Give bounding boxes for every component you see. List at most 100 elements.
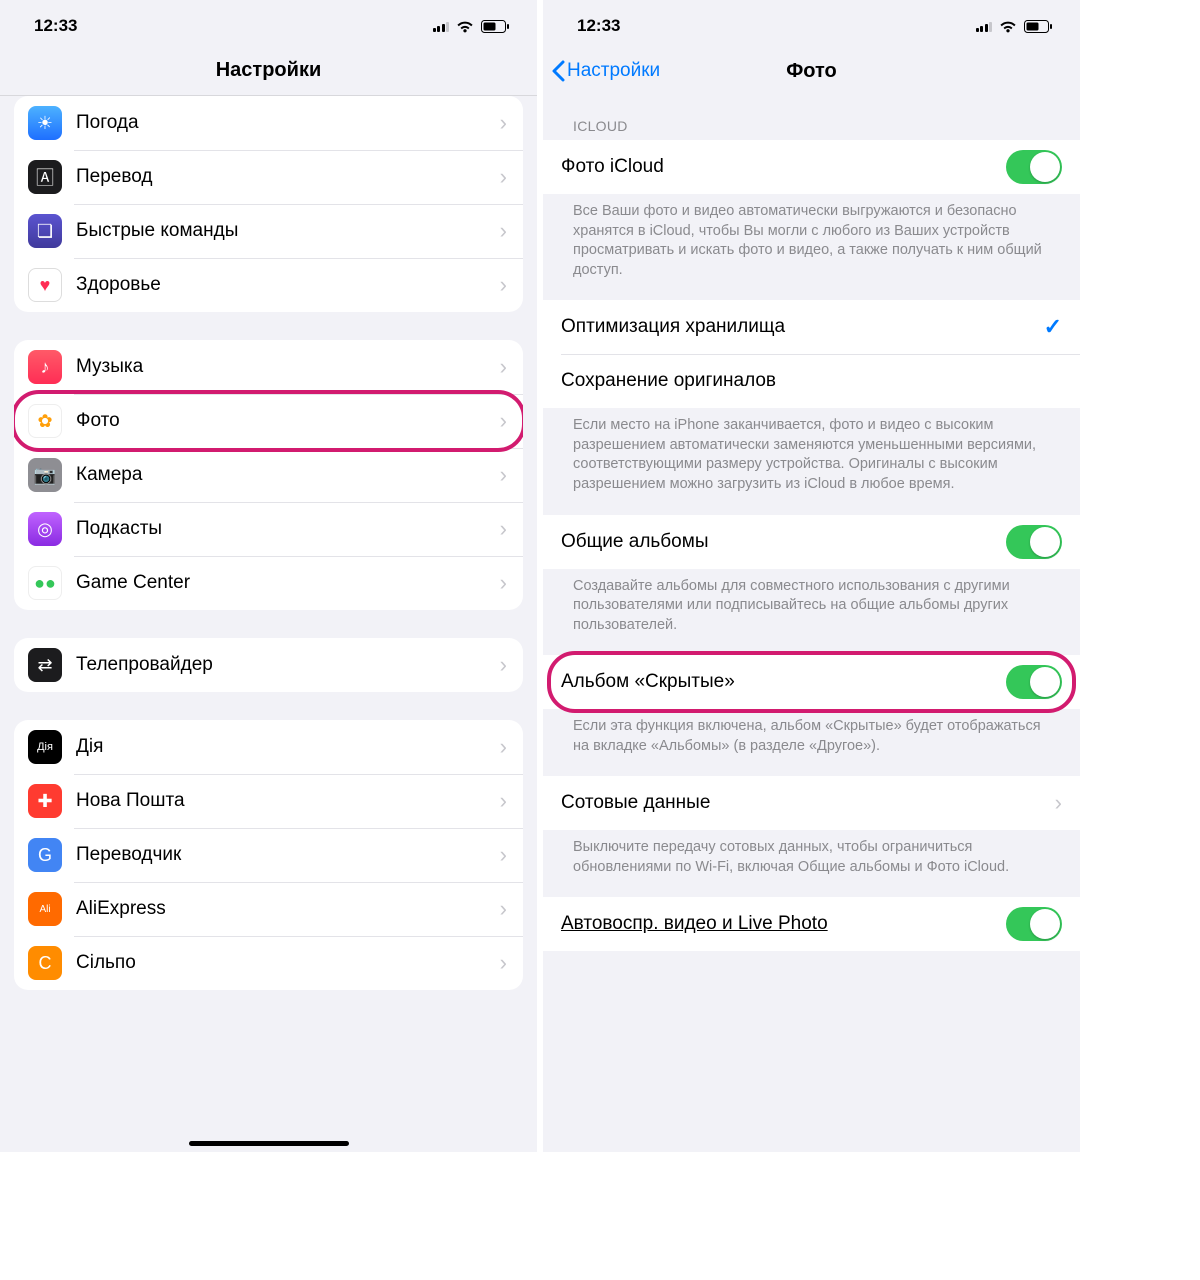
app-icon: С bbox=[28, 946, 62, 980]
hidden-album-row[interactable]: Альбом «Скрытые» bbox=[543, 655, 1080, 709]
chevron-right-icon: › bbox=[500, 652, 507, 678]
app-icon: ☀ bbox=[28, 106, 62, 140]
icloud-photos-row[interactable]: Фото iCloud bbox=[543, 140, 1080, 194]
optimize-storage-label: Оптимизация хранилища bbox=[561, 316, 1044, 338]
system-app-row[interactable]: ☀ Погода› bbox=[14, 96, 523, 150]
row-label: Нова Пошта bbox=[76, 790, 500, 812]
app-icon: ✿ bbox=[28, 404, 62, 438]
hidden-album-footer: Если эта функция включена, альбом «Скрыт… bbox=[543, 709, 1080, 760]
chevron-right-icon: › bbox=[500, 354, 507, 380]
tv-provider-row[interactable]: ⇄ Телепровайдер› bbox=[14, 638, 523, 692]
settings-group-media: ♪Музыка›✿Фото›📷Камера›◎Подкасты›●●Game C… bbox=[14, 340, 523, 610]
row-label: Быстрые команды bbox=[76, 220, 500, 242]
download-originals-row[interactable]: Сохранение оригиналов bbox=[543, 354, 1080, 408]
system-app-row[interactable]: 🄰Перевод› bbox=[14, 150, 523, 204]
row-label: Телепровайдер bbox=[76, 654, 500, 676]
battery-icon bbox=[1024, 20, 1052, 33]
app-icon: 🄰 bbox=[28, 160, 62, 194]
shared-albums-row[interactable]: Общие альбомы bbox=[543, 515, 1080, 569]
autoplay-row[interactable]: Автовоспр. видео и Live Photo bbox=[543, 897, 1080, 951]
chevron-right-icon: › bbox=[500, 272, 507, 298]
icloud-photos-toggle[interactable] bbox=[1006, 150, 1062, 184]
cellular-icon bbox=[433, 20, 450, 32]
settings-screen: 12:33 Настройки ☀Погода›🄰Перевод›❏Быстры… bbox=[0, 0, 537, 1152]
checkmark-icon: ✓ bbox=[1044, 314, 1062, 340]
chevron-right-icon: › bbox=[500, 570, 507, 596]
app-icon: ❏ bbox=[28, 214, 62, 248]
storage-footer: Если место на iPhone заканчивается, фото… bbox=[543, 408, 1080, 498]
cellular-data-label: Сотовые данные bbox=[561, 792, 1055, 814]
chevron-right-icon: › bbox=[500, 950, 507, 976]
status-bar: 12:33 bbox=[0, 0, 537, 46]
chevron-right-icon: › bbox=[500, 516, 507, 542]
row-label: Переводчик bbox=[76, 844, 500, 866]
app-icon: G bbox=[28, 838, 62, 872]
shared-albums-footer: Создавайте альбомы для совместного испол… bbox=[543, 569, 1080, 640]
row-label: Перевод bbox=[76, 166, 500, 188]
battery-icon bbox=[481, 20, 509, 33]
thirdparty-app-row[interactable]: AliAliExpress› bbox=[14, 882, 523, 936]
app-icon: ●● bbox=[28, 566, 62, 600]
app-icon: ♥ bbox=[28, 268, 62, 302]
media-app-row[interactable]: ●● Game Center› bbox=[14, 556, 523, 610]
thirdparty-app-row[interactable]: GПереводчик› bbox=[14, 828, 523, 882]
chevron-right-icon: › bbox=[500, 110, 507, 136]
back-button[interactable]: Настройки bbox=[551, 60, 660, 82]
cellular-icon bbox=[976, 20, 993, 32]
shared-albums-label: Общие альбомы bbox=[561, 531, 1006, 553]
autoplay-toggle[interactable] bbox=[1006, 907, 1062, 941]
thirdparty-app-row[interactable]: ДіяДія› bbox=[14, 720, 523, 774]
status-time: 12:33 bbox=[577, 16, 620, 36]
hidden-album-label: Альбом «Скрытые» bbox=[561, 671, 1006, 693]
app-icon: Ali bbox=[28, 892, 62, 926]
optimize-storage-row[interactable]: Оптимизация хранилища ✓ bbox=[543, 300, 1080, 354]
media-app-row[interactable]: ◎ Подкасты› bbox=[14, 502, 523, 556]
app-icon: Дія bbox=[28, 730, 62, 764]
settings-group-tv: ⇄ Телепровайдер› bbox=[14, 638, 523, 692]
autoplay-label: Автовоспр. видео и Live Photo bbox=[561, 913, 1006, 935]
system-app-row[interactable]: ❏ Быстрые команды› bbox=[14, 204, 523, 258]
chevron-left-icon bbox=[551, 60, 565, 82]
chevron-right-icon: › bbox=[500, 734, 507, 760]
row-label: Подкасты bbox=[76, 518, 500, 540]
wifi-icon bbox=[999, 20, 1017, 33]
cellular-data-row[interactable]: Сотовые данные › bbox=[543, 776, 1080, 830]
app-icon: ✚ bbox=[28, 784, 62, 818]
nav-bar: Настройки Фото bbox=[543, 46, 1080, 96]
row-label: Дія bbox=[76, 736, 500, 758]
status-bar: 12:33 bbox=[543, 0, 1080, 46]
thirdparty-app-row[interactable]: ✚Нова Пошта› bbox=[14, 774, 523, 828]
row-label: Погода bbox=[76, 112, 500, 134]
chevron-right-icon: › bbox=[500, 218, 507, 244]
row-label: Камера bbox=[76, 464, 500, 486]
row-label: AliExpress bbox=[76, 898, 500, 920]
media-app-row[interactable]: 📷Камера› bbox=[14, 448, 523, 502]
row-label: Фото bbox=[76, 410, 500, 432]
back-label: Настройки bbox=[567, 60, 660, 82]
system-app-row[interactable]: ♥Здоровье› bbox=[14, 258, 523, 312]
wifi-icon bbox=[456, 20, 474, 33]
app-icon: ◎ bbox=[28, 512, 62, 546]
media-app-row[interactable]: ✿ Фото› bbox=[14, 394, 523, 448]
chevron-right-icon: › bbox=[1055, 790, 1062, 816]
shared-albums-toggle[interactable] bbox=[1006, 525, 1062, 559]
page-title: Фото bbox=[786, 60, 837, 83]
chevron-right-icon: › bbox=[500, 462, 507, 488]
icloud-section-header: ICLOUD bbox=[543, 96, 1080, 140]
photos-settings-screen: 12:33 Настройки Фото ICLOUD Фото iCloud … bbox=[537, 0, 1080, 1152]
home-indicator[interactable] bbox=[189, 1141, 349, 1146]
nav-bar: Настройки bbox=[0, 46, 537, 96]
app-icon: ⇄ bbox=[28, 648, 62, 682]
settings-list[interactable]: ☀Погода›🄰Перевод›❏Быстрые команды›♥Здоро… bbox=[0, 96, 537, 1152]
icloud-photos-footer: Все Ваши фото и видео автоматически выгр… bbox=[543, 194, 1080, 284]
hidden-album-toggle[interactable] bbox=[1006, 665, 1062, 699]
page-title: Настройки bbox=[216, 59, 322, 82]
media-app-row[interactable]: ♪Музыка› bbox=[14, 340, 523, 394]
settings-group-thirdparty: ДіяДія›✚Нова Пошта›GПереводчик›AliAliExp… bbox=[14, 720, 523, 990]
status-icons bbox=[976, 20, 1053, 33]
chevron-right-icon: › bbox=[500, 408, 507, 434]
settings-group-system: ☀Погода›🄰Перевод›❏Быстрые команды›♥Здоро… bbox=[14, 96, 523, 312]
thirdparty-app-row[interactable]: ССільпо› bbox=[14, 936, 523, 990]
photos-settings-list[interactable]: ICLOUD Фото iCloud Все Ваши фото и видео… bbox=[543, 96, 1080, 1152]
row-label: Game Center bbox=[76, 572, 500, 594]
